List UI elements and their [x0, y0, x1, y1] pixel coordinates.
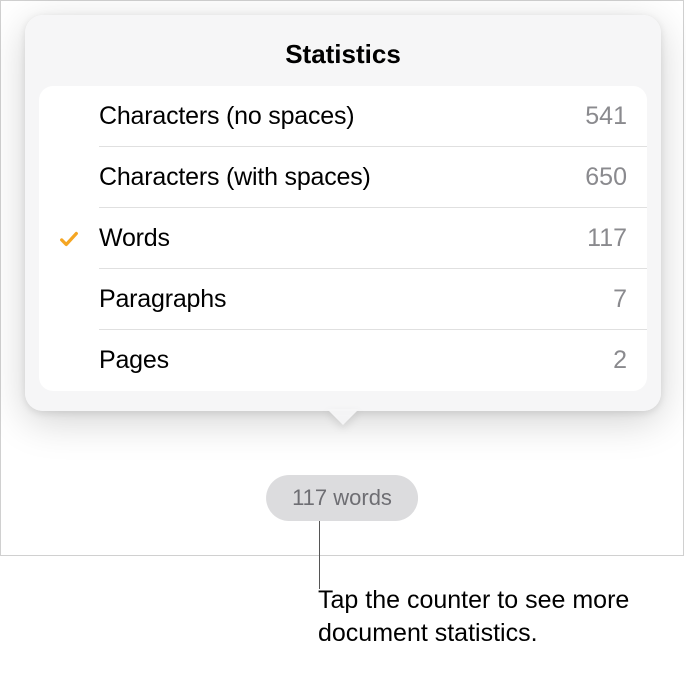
stat-label: Characters (no spaces) — [99, 102, 585, 131]
popover-arrow — [327, 409, 359, 425]
statistics-popover: Statistics Characters (no spaces) 541 Ch… — [25, 15, 661, 411]
stat-value: 650 — [585, 163, 627, 192]
stat-label: Characters (with spaces) — [99, 163, 585, 192]
stat-row-characters-no-spaces[interactable]: Characters (no spaces) 541 — [39, 86, 647, 147]
stat-label: Words — [99, 224, 587, 253]
stat-label: Paragraphs — [99, 285, 613, 314]
app-canvas: Statistics Characters (no spaces) 541 Ch… — [0, 0, 684, 556]
stat-row-words[interactable]: Words 117 — [39, 208, 647, 269]
stat-value: 7 — [613, 285, 627, 314]
stat-row-characters-with-spaces[interactable]: Characters (with spaces) 650 — [39, 147, 647, 208]
callout-leader-line — [319, 521, 320, 589]
statistics-table: Characters (no spaces) 541 Characters (w… — [39, 86, 647, 391]
callout-text: Tap the counter to see more document sta… — [318, 584, 678, 649]
stat-row-pages[interactable]: Pages 2 — [39, 330, 647, 391]
checkmark-icon — [58, 228, 80, 250]
stat-row-paragraphs[interactable]: Paragraphs 7 — [39, 269, 647, 330]
stat-value: 2 — [613, 346, 627, 375]
stat-label: Pages — [99, 346, 613, 375]
check-column — [39, 228, 99, 250]
stat-value: 117 — [587, 224, 627, 253]
word-count-button[interactable]: 117 words — [266, 475, 418, 521]
stat-value: 541 — [585, 102, 627, 131]
popover-title: Statistics — [25, 15, 661, 86]
